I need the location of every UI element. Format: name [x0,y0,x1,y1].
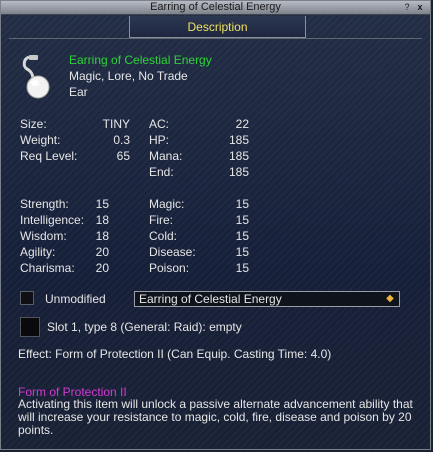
select-value: Earring of Celestial Energy [139,292,282,306]
stat-label-end: End: [149,165,174,179]
divider [9,38,422,39]
item-version-select[interactable]: Earring of Celestial Energy ◆ [134,291,400,307]
item-flags: Magic, Lore, No Trade [69,69,188,83]
earring-icon [22,55,50,99]
dropdown-arrow-icon[interactable]: ◆ [385,293,395,305]
stat-value-hp: 185 [228,133,249,147]
tab-description[interactable]: Description [129,16,306,38]
resist-value-fire: 15 [235,213,249,227]
stat-value-weight: 0.3 [113,133,130,147]
stat-value-size: TINY [102,117,130,131]
augment-slot-label: Slot 1, type 8 (General: Raid): empty [47,320,242,334]
item-name: Earring of Celestial Energy [69,53,212,67]
unmodified-label: Unmodified [45,292,106,306]
attr-value-charisma: 20 [95,261,109,275]
attr-value-agility: 20 [95,245,109,259]
close-button[interactable]: x [415,2,425,13]
resist-value-disease: 15 [235,245,249,259]
help-button[interactable]: ? [402,2,412,13]
resist-value-cold: 15 [235,229,249,243]
stat-value-end: 185 [228,165,249,179]
stat-value-ac: 22 [235,117,249,131]
attr-label-strength: Strength: [20,197,69,211]
stat-value-mana: 185 [228,149,249,163]
window-title: Earring of Celestial Energy [150,1,281,13]
attr-label-charisma: Charisma: [20,261,75,275]
resist-label-disease: Disease: [149,245,196,259]
resist-value-magic: 15 [235,197,249,211]
augment-slot[interactable] [20,317,40,337]
item-display-window: Earring of Celestial Energy ? x Descript… [0,0,431,450]
stat-label-mana: Mana: [149,149,183,163]
resist-label-fire: Fire: [149,213,173,227]
stat-label-size: Size: [20,117,47,131]
attr-label-intelligence: Intelligence: [20,213,85,227]
stat-label-ac: AC: [149,117,170,131]
stat-label-hp: HP: [149,133,170,147]
resist-label-magic: Magic: [149,197,185,211]
spell-description: Activating this item will unlock a passi… [18,397,413,437]
stat-label-weight: Weight: [20,133,61,147]
stat-label-req-level: Req Level: [20,149,78,163]
title-bar[interactable]: Earring of Celestial Energy ? x [1,1,430,15]
effect-text: Effect: Form of Protection II (Can Equip… [18,347,332,361]
attr-value-intelligence: 18 [95,213,109,227]
item-slot: Ear [69,85,88,99]
attr-label-agility: Agility: [20,245,56,259]
attr-label-wisdom: Wisdom: [20,229,67,243]
resist-value-poison: 15 [235,261,249,275]
unmodified-checkbox[interactable] [20,291,34,305]
resist-label-cold: Cold: [149,229,178,243]
attr-value-wisdom: 18 [95,229,109,243]
attr-value-strength: 15 [95,197,109,211]
resist-label-poison: Poison: [149,261,190,275]
stat-value-req-level: 65 [116,149,130,163]
